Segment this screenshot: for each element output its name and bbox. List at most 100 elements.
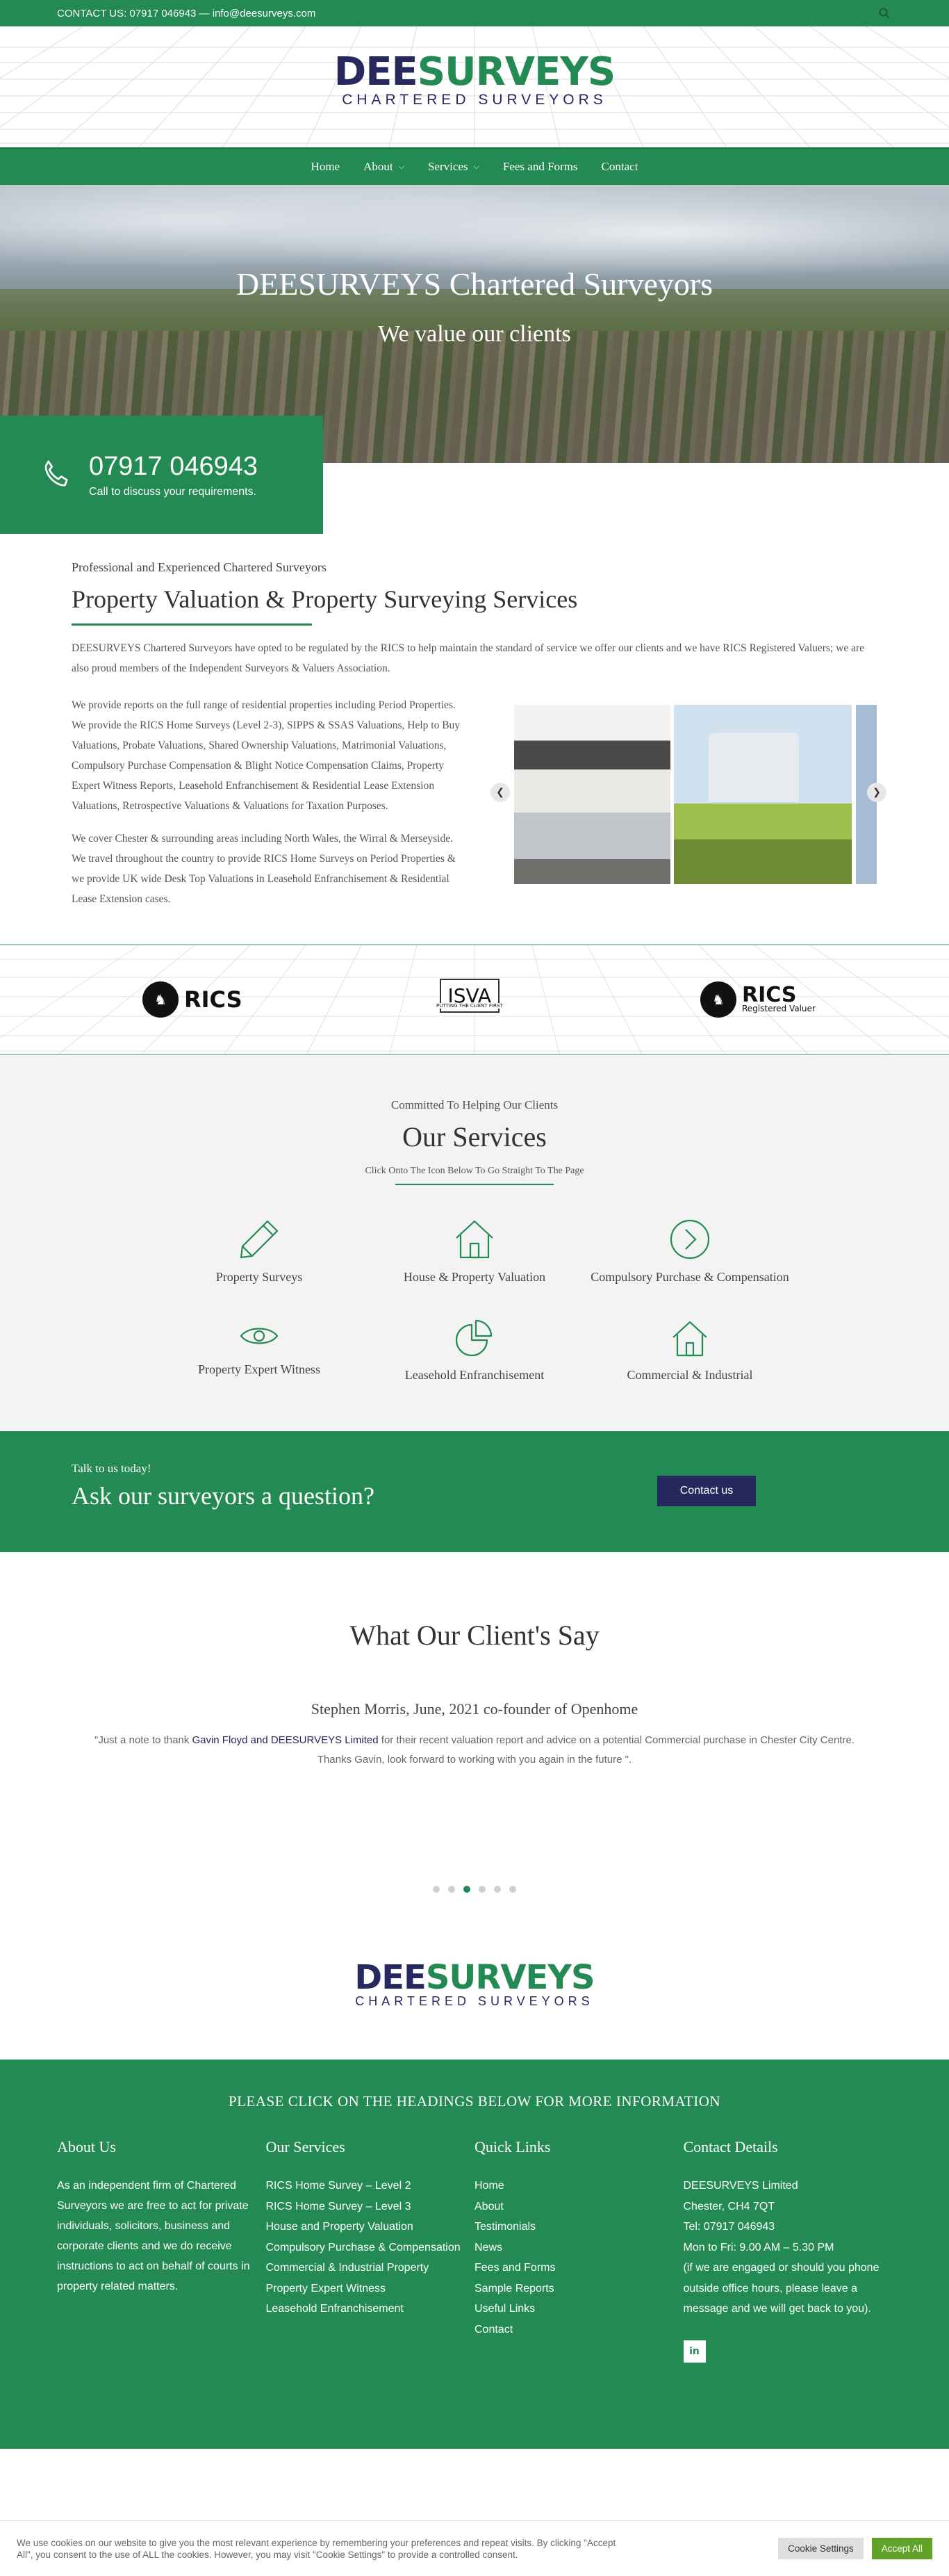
footer-link[interactable]: House and Property Valuation (266, 2217, 475, 2237)
carousel-dot[interactable] (433, 1886, 440, 1893)
footer-quick-list: Home About Testimonials News Fees and Forms S… (474, 2176, 684, 2340)
cta-headline: Ask our surveyors a question? (72, 1482, 374, 1510)
rics-registered-valuer-logo: ♞ RICS Registered Valuer (700, 979, 816, 1020)
quote-start: "Just a note to thank (94, 1734, 192, 1746)
nav-contact-label: Contact (601, 160, 638, 173)
carousel-next-icon[interactable]: ❯ (866, 783, 886, 802)
footer-quick-title[interactable]: Quick Links (474, 2138, 684, 2156)
building-photo (673, 705, 852, 884)
nav-contact[interactable]: Contact (602, 160, 638, 174)
intro-paragraph-1: DEESURVEYS Chartered Surveyors have opte… (72, 642, 865, 674)
image-carousel: ❮ ❯ (490, 705, 886, 886)
footer-link[interactable]: Property Expert Witness (266, 2279, 475, 2299)
site-logo[interactable]: DEESURVEYS CHARTERED SURVEYORS (315, 53, 634, 108)
cookie-settings-button[interactable]: Cookie Settings (778, 2538, 864, 2559)
services-heading: Our Services (402, 1121, 547, 1152)
linkedin-icon[interactable]: in (683, 2340, 706, 2363)
testimonials-section: What Our Client's Say Stephen Morris, Ju… (0, 1552, 949, 1948)
logo-surveys: SURVEYS (417, 49, 616, 95)
footer-about: About Us As an independent firm of Chart… (57, 2138, 266, 2363)
logo-dee: DEE (333, 49, 418, 95)
cta-small-text: Talk to us today! (72, 1462, 151, 1475)
footer-link[interactable]: About (474, 2196, 684, 2217)
carousel-dot[interactable] (448, 1886, 455, 1893)
service-label: House & Property Valuation (403, 1270, 546, 1284)
chevron-down-icon: ⌵ (398, 162, 404, 171)
testimonials-heading: What Our Client's Say (349, 1620, 600, 1651)
carousel-dot[interactable] (509, 1886, 516, 1893)
footer-link[interactable]: Home (474, 2176, 684, 2196)
service-house-valuation[interactable]: House & Property Valuation (367, 1217, 582, 1285)
footer-link[interactable]: Contact (474, 2320, 684, 2340)
service-label: Compulsory Purchase & Compensation (591, 1270, 789, 1284)
footer-link[interactable]: Sample Reports (474, 2279, 684, 2299)
service-leasehold-enfranchisement[interactable]: Leasehold Enfranchisement (367, 1318, 582, 1383)
footer-quick-links: Quick Links Home About Testimonials News Fee… (474, 2138, 684, 2363)
carousel-prev-icon[interactable]: ❮ (490, 783, 510, 802)
service-label: Property Expert Witness (198, 1362, 320, 1376)
footer-services-title[interactable]: Our Services (266, 2138, 475, 2156)
hero-subtitle: We value our clients (378, 321, 571, 347)
service-compulsory-purchase[interactable]: Compulsory Purchase & Compensation (582, 1217, 798, 1285)
testimonial-quote: "Just a note to thank Gavin Floyd and DE… (82, 1731, 867, 1770)
footer-link[interactable]: News (474, 2237, 684, 2258)
pencil-icon (240, 1220, 279, 1259)
footer-link[interactable]: Commercial & Industrial Property (266, 2258, 475, 2279)
footer-services: Our Services RICS Home Survey – Level 2R… (266, 2138, 475, 2363)
intro-kicker: Professional and Experienced Chartered S… (72, 560, 327, 574)
nav-services-label: Services (427, 160, 468, 173)
building-shape (708, 733, 799, 802)
footer-link[interactable]: RICS Home Survey – Level 2 (266, 2176, 475, 2196)
carousel-dot[interactable] (463, 1886, 470, 1893)
footer-logo-area: DEESURVEYS CHARTERED SURVEYORS (0, 1948, 949, 2060)
pie-chart-icon (455, 1319, 493, 1357)
footer-link[interactable]: Testimonials (474, 2217, 684, 2237)
house-icon (672, 1321, 707, 1357)
nav-home[interactable]: Home (311, 160, 340, 174)
logo-surveys: SURVEYS (425, 1958, 595, 1997)
footer-link[interactable]: Leasehold Enfranchisement (266, 2299, 475, 2320)
carousel-dot[interactable] (479, 1886, 486, 1893)
search-icon[interactable] (877, 6, 892, 21)
office-photo (513, 705, 670, 884)
footer-link[interactable]: Compulsory Purchase & Compensation (266, 2237, 475, 2258)
service-expert-witness[interactable]: Property Expert Witness (151, 1318, 367, 1383)
rics-valuer-text: RICS (742, 983, 797, 1007)
hero-title: DEESURVEYS Chartered Surveyors (236, 266, 713, 302)
footer-link[interactable]: Useful Links (474, 2299, 684, 2320)
phone-callout[interactable]: 07917 046943 Call to discuss your requir… (0, 416, 323, 534)
footer-contact-title[interactable]: Contact Details (684, 2138, 893, 2156)
footer-link[interactable]: Fees and Forms (474, 2258, 684, 2279)
eye-icon (240, 1328, 279, 1344)
carousel-dots (0, 1886, 949, 1893)
service-commercial-industrial[interactable]: Commercial & Industrial (582, 1318, 798, 1383)
services-underline (395, 1184, 554, 1185)
service-label: Commercial & Industrial (627, 1368, 753, 1382)
phone-number: 07917 046943 (89, 451, 258, 481)
footer-heading: PLEASE CLICK ON THE HEADINGS BELOW FOR M… (228, 2093, 721, 2110)
contact-us-button[interactable]: Contact us (657, 1476, 756, 1506)
footer-contact: Contact Details DEESURVEYS Limited Cheste… (683, 2138, 893, 2363)
contact-detail: Mon to Fri: 9.00 AM – 5.30 PM (683, 2241, 834, 2253)
accept-all-button[interactable]: Accept All (871, 2538, 932, 2559)
nav-services[interactable]: Services ⌵ (428, 160, 479, 174)
rics-logo: ♞ RICS (142, 979, 242, 1020)
top-bar: CONTACT US: 07917 046943 — info@deesurve… (0, 0, 949, 26)
footer-logo[interactable]: DEESURVEYS CHARTERED SURVEYORS (315, 1961, 634, 2009)
services-section: Committed To Helping Our Clients Our Ser… (0, 1055, 949, 1431)
services-kicker: Committed To Helping Our Clients (390, 1098, 559, 1111)
site-footer: PLEASE CLICK ON THE HEADINGS BELOW FOR M… (0, 2060, 949, 2449)
carousel-dot[interactable] (494, 1886, 501, 1893)
nav-fees-and-forms[interactable]: Fees and Forms (503, 160, 578, 174)
footer-about-title[interactable]: About Us (57, 2138, 266, 2156)
service-property-surveys[interactable]: Property Surveys (151, 1217, 367, 1285)
accreditations-band: ♞ RICS ISVA PUTTING THE CLIENT FIRST ♞ R… (0, 944, 949, 1055)
footer-link[interactable]: RICS Home Survey – Level 3 (266, 2196, 475, 2217)
footer-contact-list: DEESURVEYS Limited Chester, CH4 7QT Tel: 0… (684, 2176, 893, 2320)
phone-icon (44, 460, 68, 487)
nav-about[interactable]: About ⌵ (363, 160, 404, 174)
main-nav: Home About ⌵ Services ⌵ Fees and Forms Con… (0, 147, 949, 185)
contact-detail: (if we are engaged or should you phone o… (683, 2262, 880, 2315)
intro-paragraph-2: We provide reports on the full range of … (72, 699, 461, 812)
service-label: Leasehold Enfranchisement (404, 1368, 545, 1382)
